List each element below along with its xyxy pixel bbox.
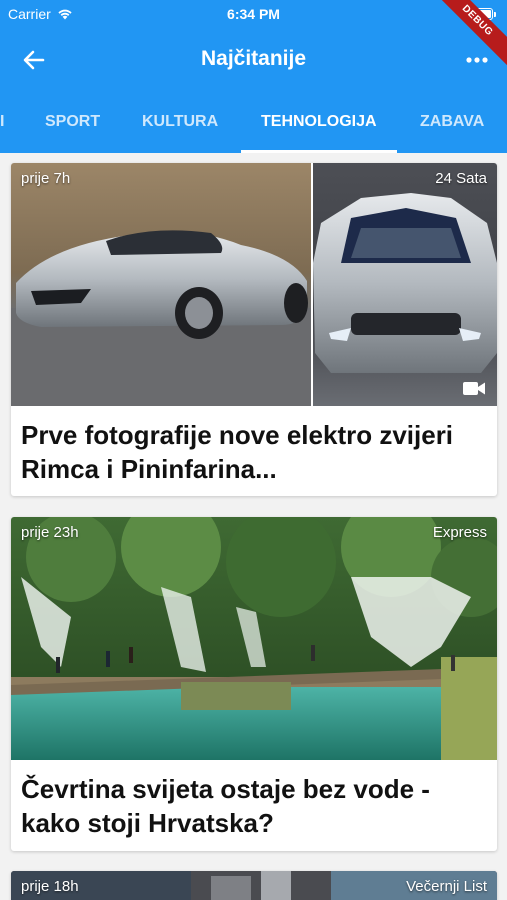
- status-bar: Carrier 6:34 PM: [0, 0, 507, 28]
- article-source: Express: [432, 524, 487, 541]
- article-card[interactable]: prije 7h 24 Sata Prve fotografije nove e…: [11, 163, 497, 496]
- article-source: 24 Sata: [435, 170, 487, 187]
- page-title: Najčitanije: [200, 47, 307, 70]
- article-image: prije 23h Express: [11, 517, 497, 760]
- article-source: Večernji List: [406, 878, 487, 895]
- tab-sport[interactable]: SPORT: [45, 92, 100, 153]
- tab-zabava[interactable]: ZABAVA: [420, 92, 484, 153]
- tab-kultura[interactable]: KULTURA: [142, 92, 218, 153]
- article-image: prije 18h Večernji List: [11, 871, 497, 900]
- waterfall-photo: [11, 517, 497, 760]
- more-horiz-icon: [466, 57, 488, 63]
- toolbar: Najčitanije: [0, 28, 507, 92]
- app-bar: Carrier 6:34 PM Najčitanije I SPORT KULT…: [0, 0, 507, 153]
- more-button[interactable]: [461, 44, 493, 76]
- article-age: prije 7h: [21, 170, 71, 187]
- article-age: prije 23h: [21, 524, 79, 541]
- article-image: prije 7h 24 Sata: [11, 163, 497, 406]
- tab-tehnologija[interactable]: TEHNOLOGIJA: [241, 92, 397, 153]
- article-age: prije 18h: [21, 878, 79, 895]
- article-headline: Čevrtina svijeta ostaje bez vode - kako …: [21, 774, 430, 838]
- category-tabs: I SPORT KULTURA TEHNOLOGIJA ZABAVA: [0, 92, 507, 153]
- video-camera-icon: [463, 382, 485, 395]
- article-card[interactable]: prije 23h Express Čevrtina svijeta ostaj…: [11, 517, 497, 851]
- car-photo: [11, 163, 497, 406]
- article-card[interactable]: prije 18h Večernji List: [11, 871, 497, 900]
- article-headline: Prve fotografije nove elektro zvijeri Ri…: [21, 420, 454, 484]
- tab-indicator: [241, 150, 397, 153]
- status-time: 6:34 PM: [227, 6, 280, 22]
- tab-partial[interactable]: I: [0, 92, 4, 153]
